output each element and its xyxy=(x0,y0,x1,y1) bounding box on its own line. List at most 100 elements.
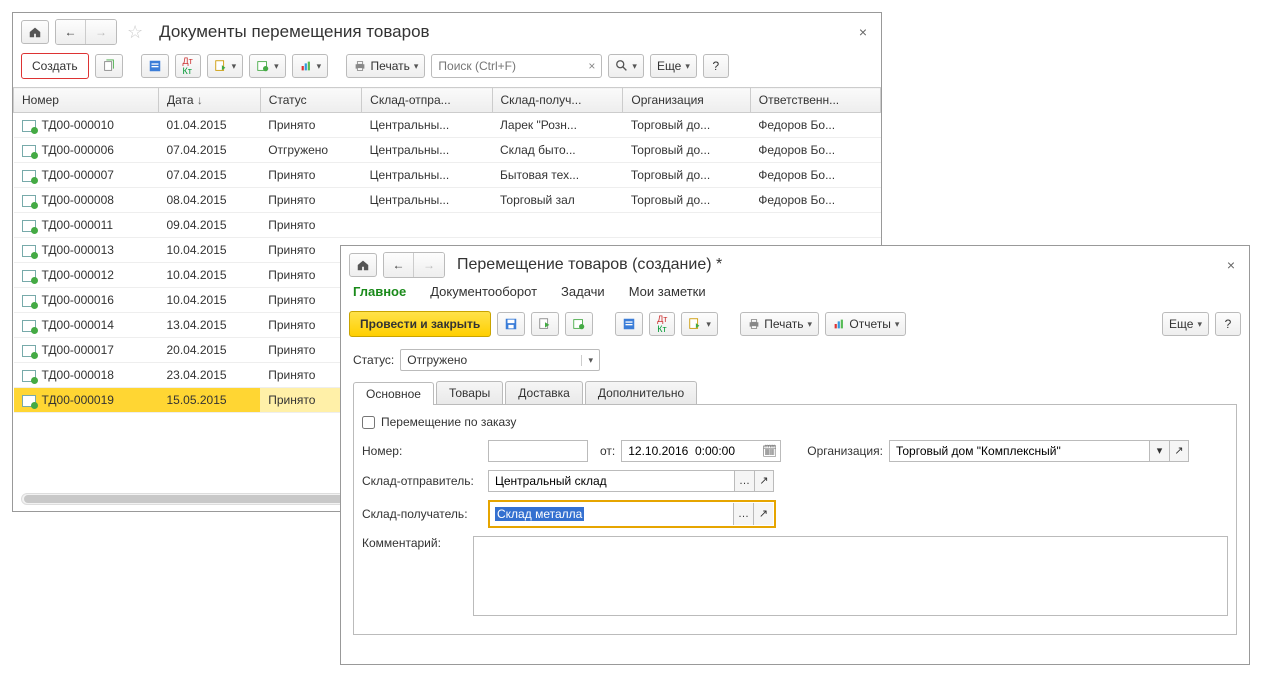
help-button[interactable]: ? xyxy=(703,54,729,78)
table-cell: Федоров Бо... xyxy=(750,113,880,138)
date-from-label: от: xyxy=(600,444,615,458)
column-header[interactable]: Ответственн... xyxy=(750,88,880,113)
table-row[interactable]: ТД00-00001109.04.2015Принято xyxy=(14,213,881,238)
nav-tab[interactable]: Мои заметки xyxy=(629,284,706,299)
sub-forward-button[interactable]: → xyxy=(414,253,444,277)
table-cell: Центральны... xyxy=(362,188,492,213)
wh-from-open-icon[interactable]: ↗ xyxy=(754,470,774,492)
number-field[interactable] xyxy=(488,440,588,462)
calendar-icon[interactable]: 🗓 xyxy=(762,444,777,458)
date-input[interactable] xyxy=(626,443,776,459)
sub-close-button[interactable]: × xyxy=(1221,257,1241,273)
warehouse-from-row: Склад-отправитель: … ↗ xyxy=(362,470,1228,492)
comment-textarea[interactable] xyxy=(473,536,1228,616)
by-order-checkbox[interactable]: Перемещение по заказу xyxy=(362,415,516,429)
table-cell: ТД00-000014 xyxy=(14,313,159,338)
table-cell: ТД00-000013 xyxy=(14,238,159,263)
nav-tab[interactable]: Главное xyxy=(353,284,406,299)
table-cell: 07.04.2015 xyxy=(159,138,261,163)
save-button[interactable] xyxy=(497,312,525,336)
dt-kt-sub-button[interactable]: ДтКт xyxy=(649,312,675,336)
table-row[interactable]: ТД00-00000607.04.2015ОтгруженоЦентральны… xyxy=(14,138,881,163)
nav-back-forward: ← → xyxy=(55,19,117,45)
post-button[interactable] xyxy=(531,312,559,336)
org-open-icon[interactable]: ↗ xyxy=(1169,440,1189,462)
print-button[interactable]: Печать xyxy=(346,54,425,78)
create-based-on-button[interactable] xyxy=(207,54,244,78)
more-sub-button[interactable]: Еще xyxy=(1162,312,1209,336)
reports-button[interactable] xyxy=(292,54,329,78)
column-header[interactable]: Номер xyxy=(14,88,159,113)
warehouse-from-input[interactable] xyxy=(493,473,730,489)
document-icon xyxy=(22,295,36,307)
status-sub-button[interactable] xyxy=(615,312,643,336)
column-header[interactable]: Склад-получ... xyxy=(492,88,623,113)
wh-to-select-icon[interactable]: … xyxy=(733,503,753,525)
search-clear-icon[interactable]: × xyxy=(582,59,601,73)
table-cell: Федоров Бо... xyxy=(750,188,880,213)
wh-to-open-icon[interactable]: ↗ xyxy=(753,503,773,525)
status-dropdown-icon[interactable]: ▾ xyxy=(581,355,599,366)
dt-kt-button[interactable]: ДтКт xyxy=(175,54,201,78)
table-cell: Склад быто... xyxy=(492,138,623,163)
table-cell: 10.04.2015 xyxy=(159,238,261,263)
wh-from-select-icon[interactable]: … xyxy=(734,470,754,492)
warehouse-to-row: Склад-получатель: Склад металла … ↗ xyxy=(362,500,1228,528)
inner-tab[interactable]: Дополнительно xyxy=(585,381,697,404)
table-cell: Торговый зал xyxy=(492,188,623,213)
number-input[interactable] xyxy=(493,443,583,459)
inner-tab[interactable]: Доставка xyxy=(505,381,583,404)
document-icon xyxy=(22,170,36,182)
table-cell: 09.04.2015 xyxy=(159,213,261,238)
organization-input[interactable] xyxy=(894,443,1145,459)
post-and-close-button[interactable]: Провести и закрыть xyxy=(349,311,491,337)
warehouse-from-label: Склад-отправитель: xyxy=(362,474,482,488)
warehouse-to-label: Склад-получатель: xyxy=(362,507,482,521)
inner-tab[interactable]: Товары xyxy=(436,381,503,404)
back-button[interactable]: ← xyxy=(56,20,86,44)
home-button[interactable] xyxy=(21,20,49,44)
reports-sub-button[interactable]: Отчеты xyxy=(825,312,906,336)
forward-button[interactable]: → xyxy=(86,20,116,44)
number-date-row: Номер: от: 🗓 Организация: ▾ ↗ xyxy=(362,440,1228,462)
warehouse-to-field[interactable]: Склад металла xyxy=(491,503,733,525)
copy-button[interactable] xyxy=(95,54,123,78)
help-sub-button[interactable]: ? xyxy=(1215,312,1241,336)
table-header-row: НомерДатаСтатусСклад-отпра...Склад-получ… xyxy=(14,88,881,113)
main-close-button[interactable]: × xyxy=(853,24,873,40)
sub-back-button[interactable]: ← xyxy=(384,253,414,277)
date-field[interactable]: 🗓 xyxy=(621,440,781,462)
print-sub-button[interactable]: Печать xyxy=(740,312,819,336)
column-header[interactable]: Склад-отпра... xyxy=(362,88,492,113)
edo-button[interactable] xyxy=(249,54,286,78)
status-value: Отгружено xyxy=(401,353,581,367)
status-combo[interactable]: Отгружено ▾ xyxy=(400,349,600,371)
edo-sub-button[interactable] xyxy=(565,312,593,336)
document-icon xyxy=(22,120,36,132)
column-header[interactable]: Статус xyxy=(260,88,361,113)
table-row[interactable]: ТД00-00000707.04.2015ПринятоЦентральны..… xyxy=(14,163,881,188)
by-order-checkbox-input[interactable] xyxy=(362,416,375,429)
sub-home-button[interactable] xyxy=(349,253,377,277)
set-status-button[interactable] xyxy=(141,54,169,78)
column-header[interactable]: Дата xyxy=(159,88,261,113)
table-cell: 13.04.2015 xyxy=(159,313,261,338)
nav-tab[interactable]: Задачи xyxy=(561,284,605,299)
org-dropdown-icon[interactable]: ▾ xyxy=(1149,440,1169,462)
create-button[interactable]: Создать xyxy=(21,53,89,79)
table-cell: 15.05.2015 xyxy=(159,388,261,413)
more-button[interactable]: Еще xyxy=(650,54,697,78)
inner-tab[interactable]: Основное xyxy=(353,382,434,405)
warehouse-from-field[interactable] xyxy=(488,470,734,492)
based-on-sub-button[interactable] xyxy=(681,312,718,336)
favorite-star-icon[interactable]: ☆ xyxy=(123,22,147,43)
search-options-button[interactable] xyxy=(608,54,644,78)
org-label: Организация: xyxy=(807,444,883,458)
search-input[interactable] xyxy=(432,59,582,73)
table-row[interactable]: ТД00-00000808.04.2015ПринятоЦентральны..… xyxy=(14,188,881,213)
organization-field[interactable] xyxy=(889,440,1149,462)
nav-tab[interactable]: Документооборот xyxy=(430,284,537,299)
table-cell: Принято xyxy=(260,113,361,138)
table-row[interactable]: ТД00-00001001.04.2015ПринятоЦентральны..… xyxy=(14,113,881,138)
column-header[interactable]: Организация xyxy=(623,88,750,113)
